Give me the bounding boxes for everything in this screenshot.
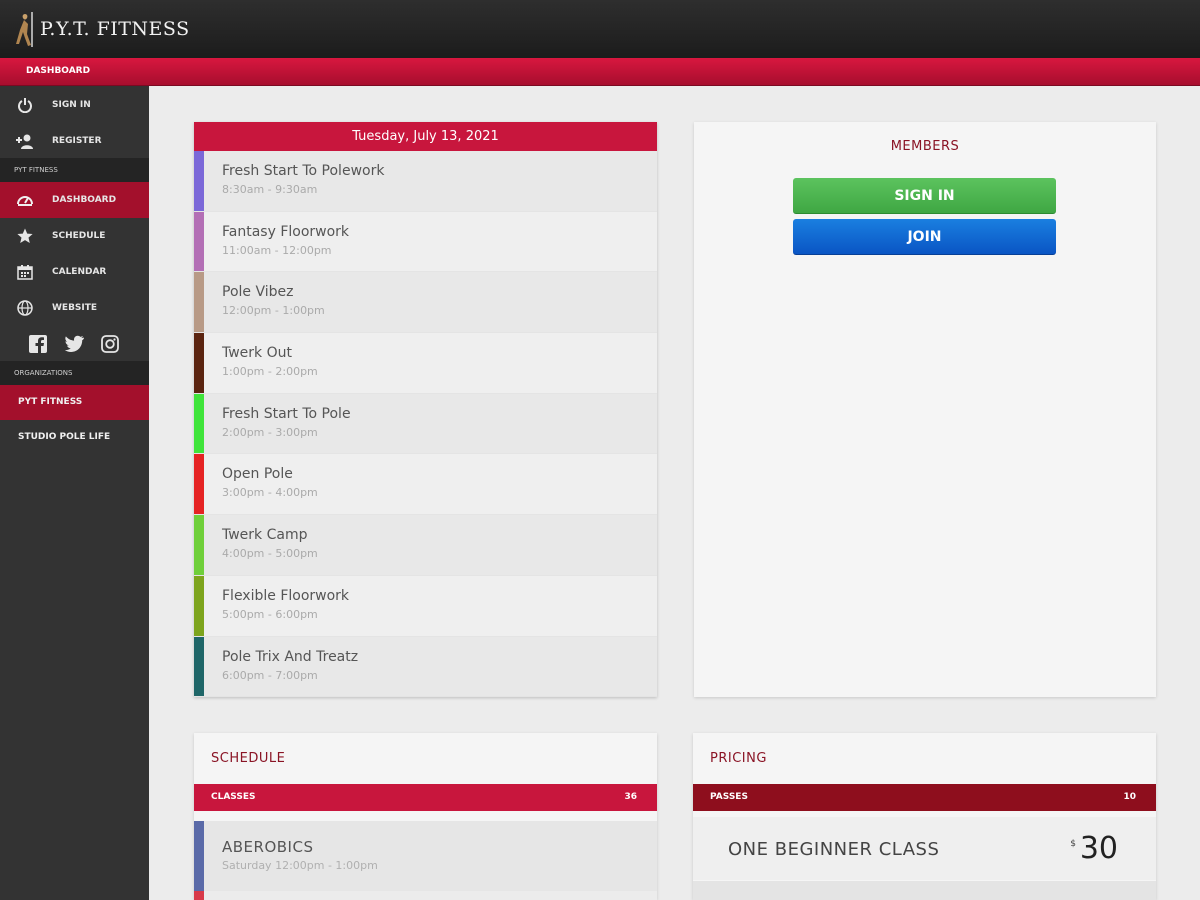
sign-in-button[interactable]: SIGN IN (793, 178, 1056, 214)
sidebar-item-label: SCHEDULE (52, 231, 106, 241)
sidebar-item-label: CALENDAR (52, 267, 107, 277)
sidebar-item-calendar[interactable]: CALENDAR (0, 254, 149, 290)
dancer-logo-icon (12, 10, 38, 48)
class-name: ABEROBICS (222, 838, 314, 856)
class-time: 5:00pm - 6:00pm (222, 607, 318, 621)
classes-count: 36 (624, 792, 637, 802)
class-list: Fresh Start To Polework 8:30am - 9:30am Fa… (194, 151, 657, 698)
instagram-icon[interactable] (100, 334, 120, 354)
class-color-stripe (194, 333, 204, 393)
list-item[interactable]: ABEROBICS Saturday 12:00pm - 1:00pm (194, 821, 657, 891)
passes-label: PASSES (710, 792, 748, 802)
pass-name: ONE BEGINNER CLASS (728, 839, 940, 860)
class-time: 8:30am - 9:30am (222, 183, 318, 196)
class-color-stripe (194, 272, 204, 333)
sidebar-section-pyt: PYT FITNESS (0, 158, 149, 182)
list-item[interactable] (693, 881, 1156, 900)
class-color-stripe (194, 515, 204, 575)
sidebar-item-label: DASHBOARD (52, 195, 117, 205)
class-color-stripe (194, 575, 204, 636)
class-name: Fresh Start To Polework (222, 163, 385, 179)
class-name: Fantasy Floorwork (222, 223, 350, 240)
class-name: Fresh Start To Pole (222, 405, 351, 422)
classes-bar[interactable]: CLASSES 36 (194, 784, 657, 811)
classes-label: CLASSES (211, 792, 256, 802)
facebook-icon[interactable] (28, 334, 48, 354)
class-color-stripe (194, 454, 204, 515)
class-time: 2:00pm - 3:00pm (222, 425, 318, 439)
class-color-stripe (194, 891, 204, 900)
pass-price: 30 (1079, 831, 1118, 866)
sidebar-item-website[interactable]: WEBSITE (0, 290, 149, 326)
schedule-card: SCHEDULE CLASSES 36 ABEROBICS Saturday 1… (194, 733, 657, 900)
class-name: Twerk Out (222, 345, 292, 362)
sidebar-item-label: REGISTER (52, 136, 102, 146)
list-item[interactable] (194, 891, 657, 900)
class-row[interactable]: Twerk Out 1:00pm - 2:00pm (194, 333, 657, 394)
day-schedule-card: Tuesday, July 13, 2021 Fresh Start To Po… (194, 122, 657, 698)
social-links (28, 334, 120, 354)
passes-count: 10 (1123, 792, 1136, 802)
top-bar: P.Y.T. FITNESS (0, 0, 1200, 58)
breadcrumb-bar: DASHBOARD (0, 58, 1200, 86)
class-color-stripe (194, 211, 204, 272)
class-color-stripe (194, 636, 204, 697)
class-row[interactable]: Fresh Start To Polework 8:30am - 9:30am (194, 151, 657, 212)
sidebar-item-schedule[interactable]: SCHEDULE (0, 218, 149, 254)
list-item[interactable]: ONE BEGINNER CLASS $ 30 (693, 817, 1156, 880)
sidebar-item-sign-in[interactable]: SIGN IN (0, 87, 149, 123)
sidebar-item-label: SIGN IN (52, 100, 91, 110)
logo-text: P.Y.T. FITNESS (40, 18, 190, 40)
class-row[interactable]: Pole Vibez 12:00pm - 1:00pm (194, 272, 657, 334)
members-title: MEMBERS (890, 139, 960, 154)
class-row[interactable]: Fresh Start To Pole 2:00pm - 3:00pm (194, 393, 657, 455)
twitter-icon[interactable] (64, 334, 84, 354)
org-item-studio-pole-life[interactable]: STUDIO POLE LIFE (0, 420, 149, 455)
class-time: 12:00pm - 1:00pm (222, 304, 325, 318)
org-item-pyt-fitness[interactable]: PYT FITNESS (0, 385, 149, 420)
class-row[interactable]: Open Pole 3:00pm - 4:00pm (194, 454, 657, 516)
sidebar-item-label: WEBSITE (52, 303, 98, 313)
pricing-card: PRICING PASSES 10 ONE BEGINNER CLASS $ 3… (693, 733, 1156, 900)
class-name: Flexible Floorwork (222, 587, 350, 604)
members-card: MEMBERS SIGN IN JOIN (694, 122, 1156, 697)
class-time: Saturday 12:00pm - 1:00pm (222, 859, 378, 872)
class-name: Pole Trix And Treatz (222, 648, 359, 665)
class-color-stripe (194, 393, 204, 454)
class-color-stripe (194, 821, 204, 891)
star-icon (16, 227, 34, 245)
sidebar-item-register[interactable]: REGISTER (0, 123, 149, 159)
power-icon (16, 96, 34, 114)
class-row[interactable]: Twerk Camp 4:00pm - 5:00pm (194, 515, 657, 576)
passes-bar[interactable]: PASSES 10 (693, 784, 1156, 811)
add-user-icon (16, 132, 34, 150)
schedule-title: SCHEDULE (211, 751, 286, 766)
class-name: Twerk Camp (222, 527, 308, 544)
class-row[interactable]: Flexible Floorwork 5:00pm - 6:00pm (194, 575, 657, 637)
sidebar-section-organizations: ORGANIZATIONS (0, 361, 149, 385)
class-color-stripe (194, 151, 204, 211)
globe-icon (16, 299, 34, 317)
class-time: 1:00pm - 2:00pm (222, 365, 318, 379)
sidebar: SIGN IN REGISTER PYT FITNESS DASHBOARD S… (0, 86, 149, 900)
class-row[interactable]: Fantasy Floorwork 11:00am - 12:00pm (194, 211, 657, 273)
sidebar-item-dashboard[interactable]: DASHBOARD (0, 182, 149, 218)
gauge-icon (16, 191, 34, 209)
calendar-icon (16, 263, 34, 281)
class-name: Pole Vibez (222, 284, 294, 301)
class-row[interactable]: Pole Trix And Treatz 6:00pm - 7:00pm (194, 636, 657, 698)
day-date-header: Tuesday, July 13, 2021 (194, 122, 657, 151)
logo[interactable]: P.Y.T. FITNESS (12, 10, 190, 48)
class-time: 3:00pm - 4:00pm (222, 486, 318, 500)
join-button[interactable]: JOIN (793, 219, 1056, 255)
class-time: 4:00pm - 5:00pm (222, 547, 318, 561)
class-name: Open Pole (222, 466, 293, 483)
breadcrumb: DASHBOARD (26, 66, 91, 76)
class-time: 6:00pm - 7:00pm (222, 668, 318, 682)
class-time: 11:00am - 12:00pm (222, 243, 332, 257)
pricing-title: PRICING (710, 751, 767, 766)
pass-currency: $ (1070, 839, 1076, 849)
